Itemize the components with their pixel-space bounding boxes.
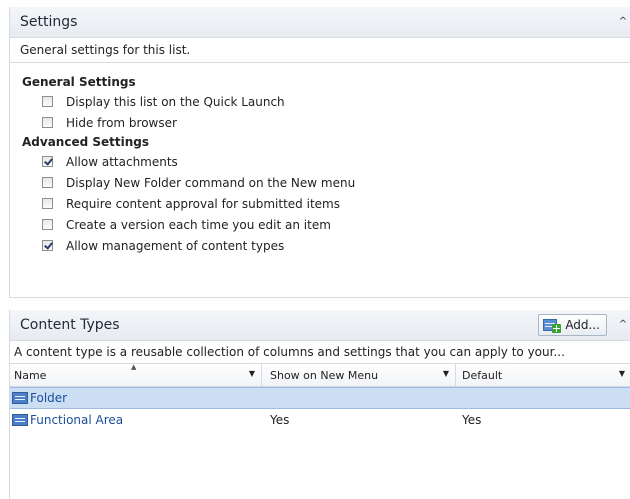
new-folder-option[interactable]: Display New Folder command on the New me… [22,172,630,193]
settings-title: Settings [20,14,78,30]
allow-attachments-checkbox[interactable] [42,156,53,167]
content-types-panel: Content Types Add... ^ A content type is… [9,310,630,499]
versioning-option[interactable]: Create a version each time you edit an i… [22,214,630,235]
content-type-link[interactable]: Folder [30,391,67,405]
sort-ascending-icon: ▲ [131,363,137,371]
quick-launch-option[interactable]: Display this list on the Quick Launch [22,91,630,112]
column-header-name[interactable]: ▲ Name ▼ [10,364,262,386]
column-name-label: Name [14,368,47,382]
new-folder-label: Display New Folder command on the New me… [66,175,356,190]
content-approval-label: Require content approval for submitted i… [66,196,340,211]
content-type-icon [12,392,28,404]
content-approval-checkbox[interactable] [42,198,53,209]
settings-panel: Settings ^ General settings for this lis… [9,7,630,298]
settings-description: General settings for this list. [10,38,630,63]
content-type-icon [12,414,28,426]
add-content-type-button[interactable]: Add... [538,314,607,336]
content-types-management-option[interactable]: Allow management of content types [22,235,630,256]
hide-from-browser-option[interactable]: Hide from browser [22,112,630,133]
column-default-label: Default [462,368,503,382]
chevron-up-icon[interactable]: ^ [617,318,629,332]
versioning-checkbox[interactable] [42,219,53,230]
quick-launch-label: Display this list on the Quick Launch [66,94,285,109]
general-settings-label: General Settings [22,75,136,89]
allow-attachments-label: Allow attachments [66,154,178,169]
default-cell: Yes [462,413,482,427]
hide-from-browser-checkbox[interactable] [42,117,53,128]
new-folder-checkbox[interactable] [42,177,53,188]
content-type-link[interactable]: Functional Area [30,413,123,427]
quick-launch-checkbox[interactable] [42,96,53,107]
settings-header: Settings ^ [10,7,630,38]
content-types-management-label: Allow management of content types [66,238,285,253]
column-header-default[interactable]: Default ▼ [456,364,630,386]
add-content-type-icon [543,317,562,333]
content-types-title: Content Types [20,317,120,333]
content-types-header: Content Types Add... ^ [10,310,630,341]
content-types-description: A content type is a reusable collection … [10,341,630,364]
dropdown-arrow-icon[interactable]: ▼ [443,369,449,378]
table-row[interactable]: Folder [10,387,630,409]
advanced-settings-label: Advanced Settings [22,135,150,149]
grid-header: ▲ Name ▼ Show on New Menu ▼ Default ▼ [10,364,630,387]
dropdown-arrow-icon[interactable]: ▼ [249,369,255,378]
chevron-up-icon[interactable]: ^ [617,15,629,29]
content-approval-option[interactable]: Require content approval for submitted i… [22,193,630,214]
versioning-label: Create a version each time you edit an i… [66,217,331,232]
column-show-label: Show on New Menu [270,368,379,382]
table-row[interactable]: Functional Area Yes Yes [10,409,630,431]
dropdown-arrow-icon[interactable]: ▼ [619,369,625,378]
show-on-new-menu-cell: Yes [270,413,290,427]
content-types-management-checkbox[interactable] [42,240,53,251]
allow-attachments-option[interactable]: Allow attachments [22,151,630,172]
settings-body: General Settings Display this list on th… [10,63,630,256]
add-button-label: Add... [565,318,600,332]
column-header-show-on-new-menu[interactable]: Show on New Menu ▼ [262,364,456,386]
hide-from-browser-label: Hide from browser [66,115,177,130]
